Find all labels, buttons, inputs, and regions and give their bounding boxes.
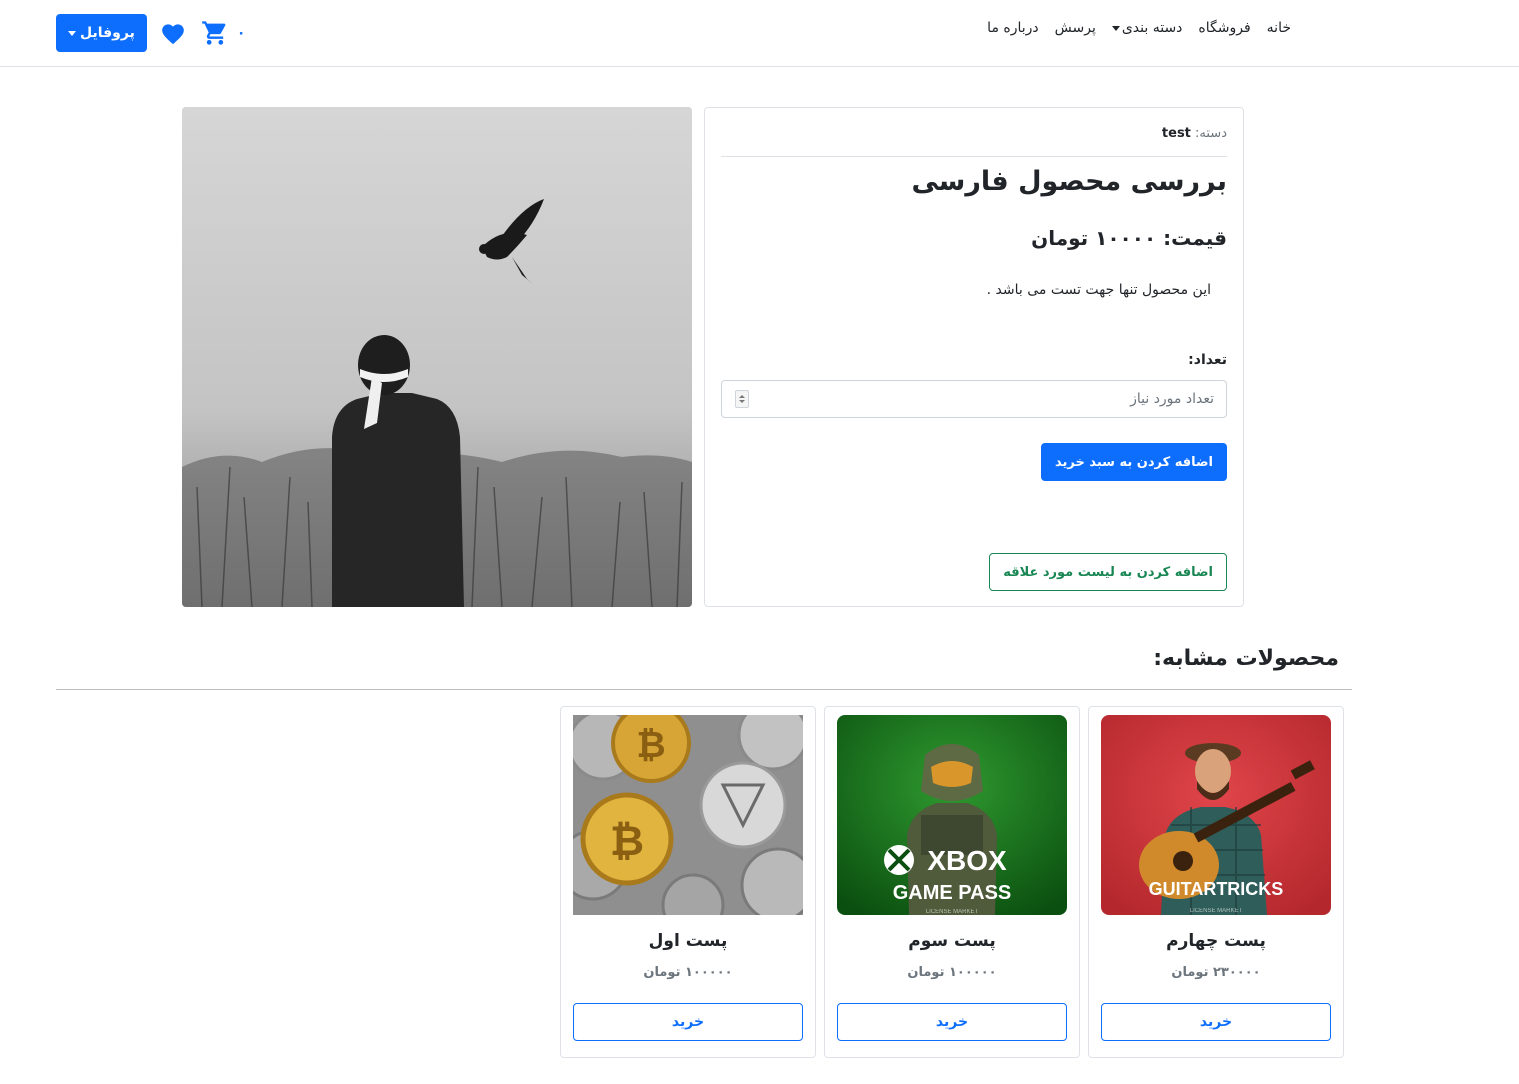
brand-logo-guitartricks: GUITARTRICKS	[1149, 879, 1284, 899]
product-thumbnail[interactable]: ₿ ₿	[573, 715, 803, 915]
product-thumbnail[interactable]: GUITARTRICKS LICENSE MARKET	[1101, 715, 1331, 915]
chevron-down-icon	[1111, 25, 1120, 31]
nav-link-questions-label: پرسش	[1054, 20, 1096, 36]
buy-button[interactable]: خرید	[573, 1003, 803, 1041]
quantity-label: تعداد:	[1188, 352, 1227, 368]
category-value[interactable]: test	[1162, 126, 1191, 141]
nav-link-questions[interactable]: پرسش	[1055, 20, 1096, 36]
profile-dropdown-button[interactable]: پروفایل	[56, 14, 147, 52]
product-card-name[interactable]: پست سوم	[825, 931, 1079, 951]
similar-products-title: محصولات مشابه:	[1153, 646, 1339, 671]
profile-label: پروفایل	[80, 25, 135, 41]
product-card-price: ۱۰۰۰۰۰ تومان	[907, 965, 997, 980]
buy-button[interactable]: خرید	[1101, 1003, 1331, 1041]
product-thumbnail[interactable]: XBOX GAME PASS LICENSE MARKET	[837, 715, 1067, 915]
divider	[721, 156, 1227, 157]
brand-logo-xbox: XBOX	[927, 845, 1007, 876]
product-category: دسته: test	[1162, 126, 1227, 141]
product-card: GUITARTRICKS LICENSE MARKET پست چهارم ۲۳…	[1088, 706, 1344, 1058]
product-card-name[interactable]: پست چهارم	[1089, 931, 1343, 951]
nav-link-about-label: درباره ما	[987, 20, 1039, 36]
cart-count-badge: ۰	[236, 25, 246, 41]
divider	[56, 689, 1352, 690]
navbar: پروفایل ۰ درباره ما پرسش دسته بندی فروشگ…	[0, 0, 1519, 67]
navbar-actions: پروفایل ۰	[56, 14, 245, 52]
product-description: این محصول تنها جهت تست می باشد .	[986, 282, 1211, 298]
product-card: XBOX GAME PASS LICENSE MARKET پست سوم ۱۰…	[824, 706, 1080, 1058]
svg-text:₿: ₿	[610, 816, 644, 865]
chevron-down-icon	[68, 30, 76, 36]
product-card-name[interactable]: پست اول	[561, 931, 815, 951]
cart-icon[interactable]	[199, 17, 231, 49]
nav-links: درباره ما پرسش دسته بندی فروشگاه خانه	[987, 20, 1291, 36]
buy-button[interactable]: خرید	[837, 1003, 1067, 1041]
nav-link-shop[interactable]: فروشگاه	[1198, 20, 1250, 36]
quantity-stepper[interactable]	[735, 390, 749, 408]
product-card: ₿ ₿ پست اول ۱۰۰۰۰۰ تومان خرید	[560, 706, 816, 1058]
product-card-price: ۲۳۰۰۰۰ تومان	[1171, 965, 1261, 980]
wishlist-heart-icon[interactable]	[157, 17, 189, 49]
svg-text:₿: ₿	[636, 725, 665, 766]
nav-link-shop-label: فروشگاه	[1198, 20, 1251, 36]
brand-text-game-pass: GAME PASS	[893, 882, 1012, 904]
product-image	[182, 107, 692, 607]
nav-link-home-label: خانه	[1266, 20, 1291, 36]
nav-link-about[interactable]: درباره ما	[987, 20, 1038, 36]
product-price: قیمت: ۱۰۰۰۰ تومان	[1031, 226, 1227, 250]
product-card-price: ۱۰۰۰۰۰ تومان	[643, 965, 733, 980]
nav-link-categories-label: دسته بندی	[1121, 20, 1183, 36]
product-title: بررسی محصول فارسی	[911, 166, 1227, 197]
add-to-cart-button[interactable]: اضافه کردن به سبد خرید	[1040, 443, 1227, 481]
quantity-input[interactable]	[721, 380, 1227, 418]
product-details-card: دسته: test بررسی محصول فارسی قیمت: ۱۰۰۰۰…	[704, 107, 1244, 607]
nav-link-categories[interactable]: دسته بندی	[1111, 20, 1183, 36]
nav-link-home[interactable]: خانه	[1267, 20, 1291, 36]
category-label: دسته:	[1195, 126, 1227, 141]
watermark-text: LICENSE MARKET	[926, 909, 979, 915]
add-to-wishlist-button[interactable]: اضافه کردن به لیست مورد علاقه	[989, 553, 1227, 591]
watermark-text: LICENSE MARKET	[1190, 908, 1243, 914]
